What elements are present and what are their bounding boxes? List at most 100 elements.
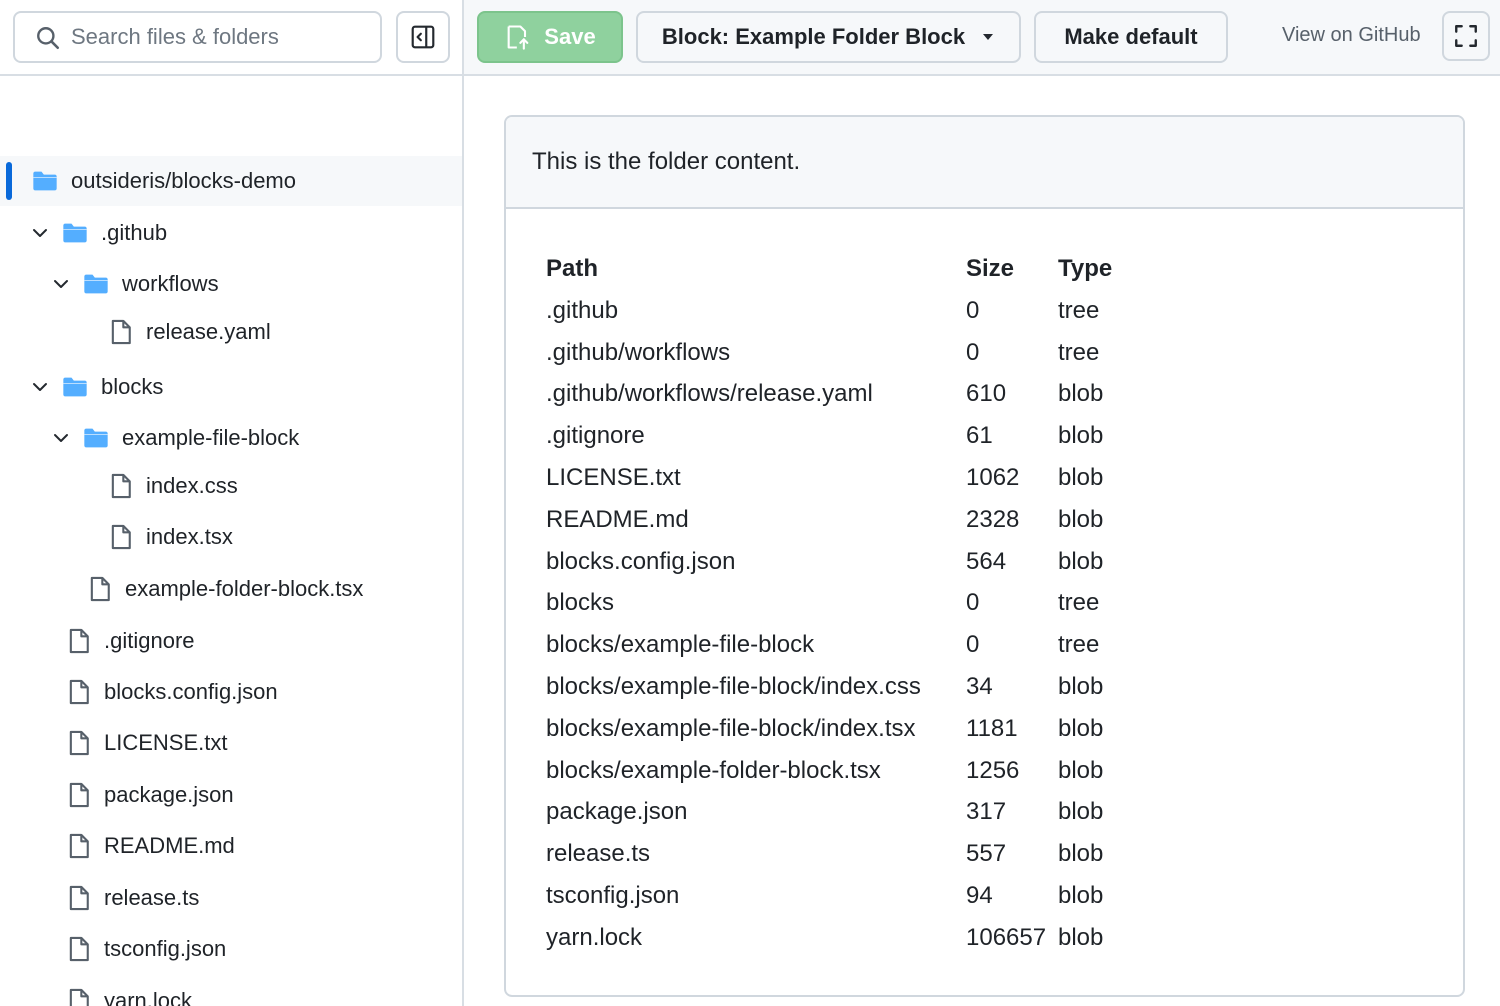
column-header-type: Type [1058, 255, 1113, 282]
tree-item-label: index.tsx [146, 524, 233, 549]
tree-folder-row[interactable]: example-file-block [0, 413, 462, 463]
file-icon [86, 575, 114, 603]
cell-path: .github [546, 296, 619, 324]
tree-file-row[interactable]: package.json [0, 770, 462, 820]
file-icon [65, 729, 93, 757]
save-button[interactable]: Save [477, 11, 623, 63]
view-on-github-link[interactable]: View on GitHub [1282, 24, 1421, 47]
tree-file-row[interactable]: yarn.lock [0, 976, 462, 1006]
save-icon [507, 25, 529, 50]
sidebar-toggle-button[interactable] [396, 11, 450, 63]
folder-content-heading: This is the folder content. [506, 117, 1463, 209]
main-content: This is the folder content. Path Size Ty… [464, 76, 1500, 1006]
block-picker-button[interactable]: Block: Example Folder Block [636, 11, 1021, 63]
cell-type: blob [1058, 505, 1104, 533]
table-row: blocks/example-file-block/index.tsx 1181 b… [546, 708, 1158, 750]
tree-file-row[interactable]: example-folder-block.tsx [0, 564, 462, 614]
table-row: .gitignore 61 blob [546, 415, 1158, 457]
cell-type: blob [1058, 798, 1104, 826]
tree-item-label: .gitignore [104, 628, 195, 653]
tree-file-row[interactable]: tsconfig.json [0, 924, 462, 974]
cell-size: 610 [966, 380, 1007, 408]
cell-size: 61 [966, 422, 993, 450]
cell-type: blob [1058, 882, 1104, 910]
tree-file-row[interactable]: release.ts [0, 873, 462, 923]
tree-file-row[interactable]: .gitignore [0, 616, 462, 666]
chevron-down-icon[interactable] [51, 428, 71, 448]
chevron-down-icon[interactable] [51, 274, 71, 294]
tree-item-label: .github [101, 220, 168, 245]
table-row: package.json 317 blob [546, 792, 1158, 834]
table-row: yarn.lock 106657 blob [546, 917, 1158, 959]
file-icon [107, 472, 135, 500]
file-icon [107, 523, 135, 551]
cell-size: 1181 [966, 714, 1018, 742]
cell-type: tree [1058, 338, 1100, 366]
cell-size: 0 [966, 296, 980, 324]
tree-item-label: outsideris/blocks-demo [71, 168, 296, 193]
cell-path: LICENSE.txt [546, 464, 681, 492]
cell-type: blob [1058, 756, 1104, 784]
chevron-down-icon[interactable] [30, 377, 50, 397]
toolbar: Save Block: Example Folder Block Make de… [464, 0, 1500, 76]
cell-type: tree [1058, 631, 1100, 659]
cell-size: 0 [966, 338, 980, 366]
make-default-button[interactable]: Make default [1034, 11, 1228, 63]
table-row: release.ts 557 blob [546, 833, 1158, 875]
cell-type: tree [1058, 589, 1100, 617]
cell-type: blob [1058, 840, 1104, 868]
tree-file-row[interactable]: LICENSE.txt [0, 718, 462, 768]
file-icon [65, 781, 93, 809]
tree-folder-row[interactable]: workflows [0, 259, 462, 309]
cell-type: blob [1058, 547, 1104, 575]
search-input[interactable] [71, 19, 371, 55]
save-button-label: Save [544, 24, 596, 49]
folder-icon [61, 373, 89, 401]
cell-path: blocks/example-file-block/index.tsx [546, 714, 916, 742]
cell-type: blob [1058, 380, 1104, 408]
tree-folder-row[interactable]: .github [0, 208, 462, 258]
cell-path: package.json [546, 798, 688, 826]
tree-file-row[interactable]: index.css [0, 461, 462, 511]
cell-type: blob [1058, 673, 1104, 701]
caret-down-icon [983, 34, 994, 40]
cell-type: blob [1058, 714, 1104, 742]
tree-file-row[interactable]: README.md [0, 821, 462, 871]
chevron-down-icon[interactable] [30, 223, 50, 243]
cell-path: blocks/example-folder-block.tsx [546, 756, 881, 784]
tree-item-label: package.json [104, 782, 234, 807]
tree-item-label: example-folder-block.tsx [125, 576, 364, 601]
cell-type: blob [1058, 422, 1104, 450]
cell-size: 557 [966, 840, 1007, 868]
cell-path: .gitignore [546, 422, 645, 450]
cell-type: blob [1058, 464, 1104, 492]
tree-folder-row[interactable]: outsideris/blocks-demo [0, 156, 462, 206]
tree-item-label: LICENSE.txt [104, 730, 228, 755]
table-row: LICENSE.txt 1062 blob [546, 457, 1158, 499]
search-icon [37, 27, 60, 50]
file-icon [65, 987, 93, 1006]
cell-size: 94 [966, 882, 993, 910]
folder-icon [82, 424, 110, 452]
table-row: tsconfig.json 94 blob [546, 875, 1158, 917]
tree-file-row[interactable]: blocks.config.json [0, 667, 462, 717]
tree-item-label: example-file-block [122, 425, 300, 450]
cell-path: blocks/example-file-block/index.css [546, 673, 921, 701]
table-header-row: Path Size Type [546, 248, 1158, 290]
tree-file-row[interactable]: index.tsx [0, 512, 462, 562]
column-header-path: Path [546, 255, 599, 282]
file-sidebar: outsideris/blocks-demo .github workflows re… [0, 0, 464, 1006]
file-icon [65, 678, 93, 706]
file-icon [65, 627, 93, 655]
cell-path: blocks [546, 589, 615, 617]
cell-path: tsconfig.json [546, 882, 680, 910]
tree-item-label: blocks.config.json [104, 679, 278, 704]
cell-path: README.md [546, 505, 689, 533]
folder-icon [61, 219, 89, 247]
tree-file-row[interactable]: release.yaml [0, 307, 462, 357]
fullscreen-button[interactable] [1442, 11, 1490, 61]
cell-type: tree [1058, 296, 1100, 324]
cell-path: yarn.lock [546, 923, 643, 951]
tree-folder-row[interactable]: blocks [0, 362, 462, 412]
search-box[interactable] [13, 11, 382, 63]
